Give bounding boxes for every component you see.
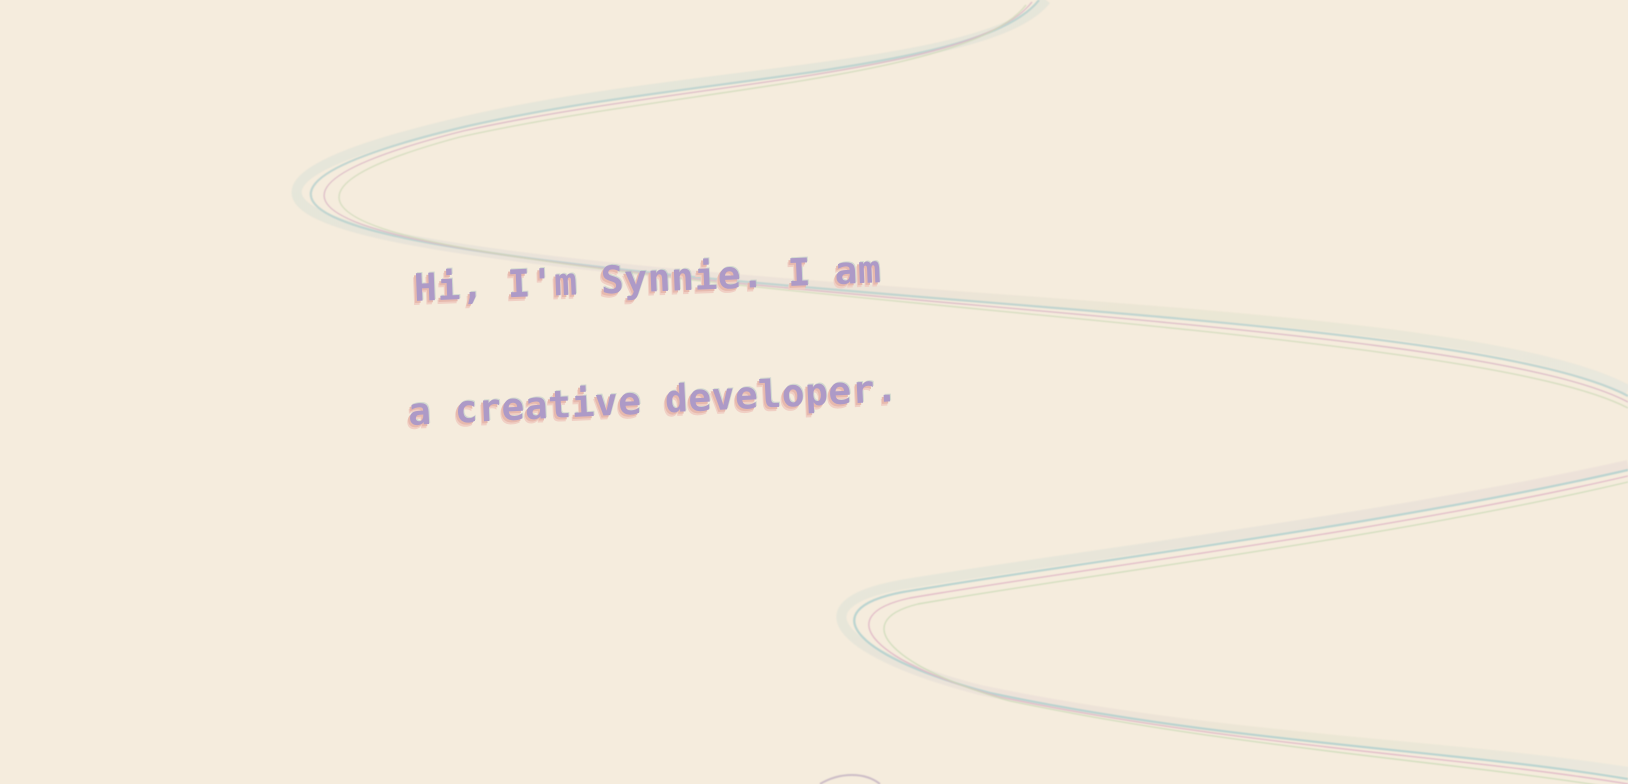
- ribbon-strands: [291, 0, 1628, 784]
- wavy-ribbon-graphic: [291, 0, 1628, 784]
- hero-canvas: Hi, I'm Synnie. I am a creative develope…: [0, 0, 1628, 784]
